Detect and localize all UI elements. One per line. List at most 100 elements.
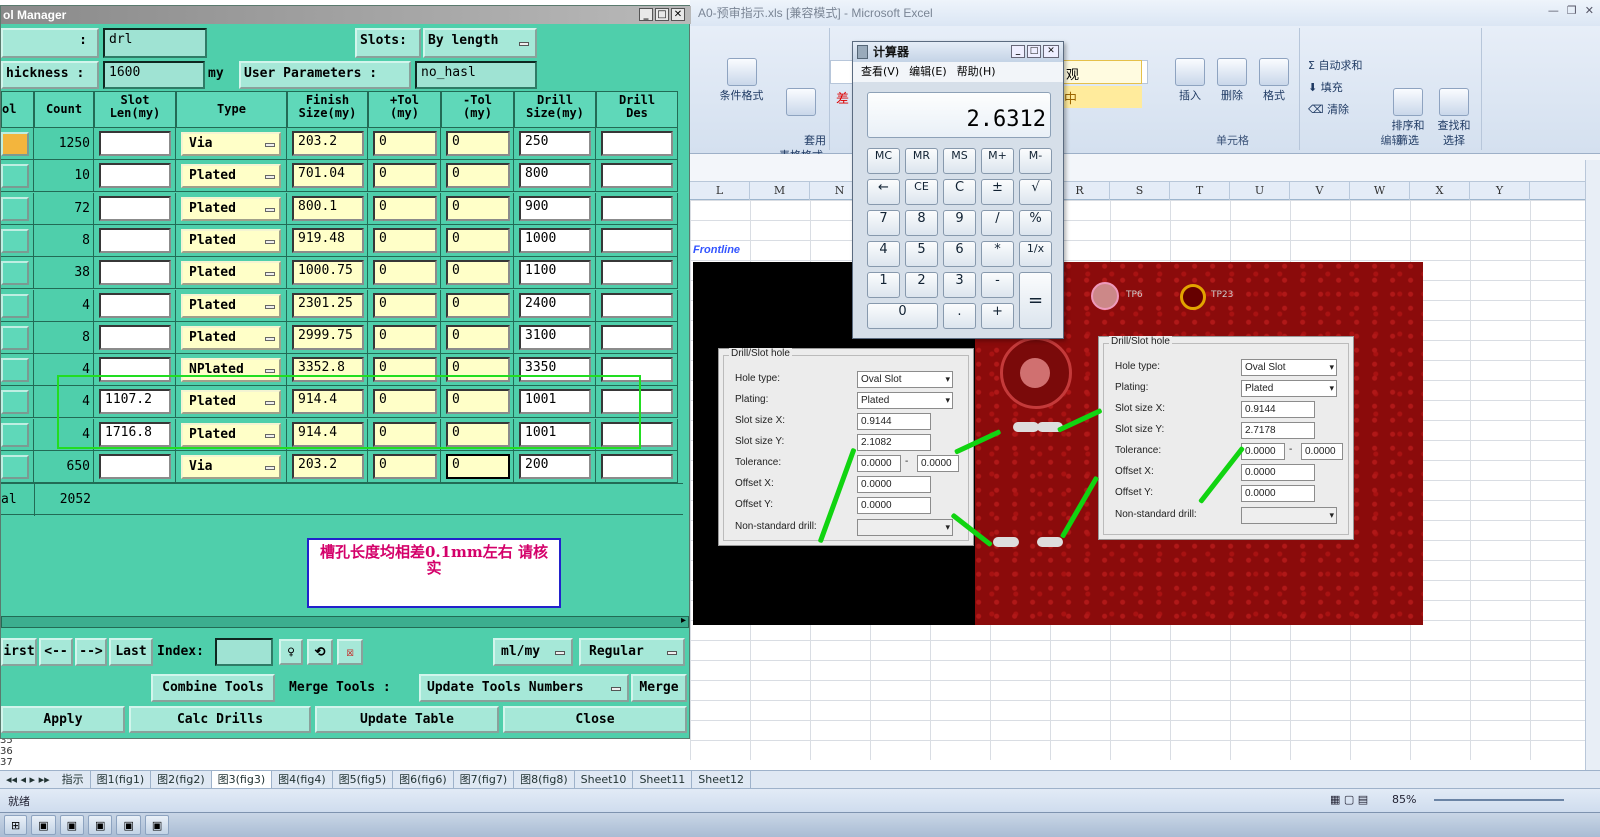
format-button[interactable]: 格式 <box>1254 58 1294 103</box>
calc-key-minus[interactable]: - <box>981 272 1014 298</box>
calc-key-9[interactable]: 9 <box>943 210 976 236</box>
taskbar-item[interactable]: ▣ <box>116 815 141 835</box>
clear-button[interactable]: ⌫ 清除 <box>1308 102 1349 117</box>
sheet-tab[interactable]: 图5(fig5) <box>333 770 394 789</box>
calc-key-mc[interactable]: MC <box>867 148 900 174</box>
column-header[interactable]: V <box>1290 182 1350 200</box>
plus-tol-field[interactable]: 0 <box>373 260 437 286</box>
calc-key-1[interactable]: 1 <box>867 272 900 298</box>
mode-select[interactable]: Regular <box>579 638 685 666</box>
minus-tol-field[interactable]: 0 <box>446 195 510 221</box>
slot-x-field[interactable]: 0.9144 <box>857 413 931 430</box>
column-header[interactable]: M <box>750 182 810 200</box>
calc-key-plus[interactable]: + <box>981 303 1014 329</box>
calc-key-divide[interactable]: / <box>981 210 1014 236</box>
tolerance-minus-field[interactable]: 0.0000 <box>1301 443 1343 460</box>
autosum-button[interactable]: Σ 自动求和 <box>1308 58 1362 73</box>
nonstd-drill-select[interactable] <box>857 519 953 536</box>
sheet-tab[interactable]: 指示 <box>56 770 91 789</box>
name-field[interactable]: drl <box>103 28 207 58</box>
drill-des-field[interactable] <box>601 195 673 221</box>
tool-select-button[interactable] <box>1 325 29 350</box>
maximize-icon[interactable]: □ <box>1027 45 1041 58</box>
sheet-tab[interactable]: 图6(fig6) <box>393 770 454 789</box>
slot-length-field[interactable] <box>99 227 171 253</box>
plus-tol-field[interactable]: 0 <box>373 131 437 156</box>
offset-y-field[interactable]: 0.0000 <box>857 497 931 514</box>
type-select[interactable]: Plated <box>181 325 281 350</box>
minus-tol-field[interactable]: 0 <box>446 324 510 350</box>
drill-size-field[interactable]: 900 <box>519 195 591 221</box>
slot-length-field[interactable] <box>99 292 171 318</box>
user-params-field[interactable]: no_hasl <box>415 61 537 89</box>
calc-key-m-plus[interactable]: M+ <box>981 148 1014 174</box>
insert-button[interactable]: 插入 <box>1170 58 1210 103</box>
maximize-icon[interactable]: □ <box>655 8 669 21</box>
plus-tol-field[interactable]: 0 <box>373 292 437 318</box>
calc-key-decimal[interactable]: . <box>943 303 976 329</box>
cell-style-neutral[interactable]: 中 <box>1062 86 1142 108</box>
taskbar-item[interactable]: ▣ <box>31 815 56 835</box>
scroll-right-icon[interactable]: ▸ <box>681 615 686 626</box>
plating-select[interactable]: Plated <box>857 392 953 409</box>
plus-tol-field[interactable]: 0 <box>373 454 437 479</box>
calc-key-plus-minus[interactable]: ± <box>981 179 1014 205</box>
drill-size-field[interactable]: 200 <box>519 454 591 479</box>
column-header[interactable]: Y <box>1470 182 1530 200</box>
tool-select-button[interactable] <box>1 164 29 189</box>
hole-type-select[interactable]: Oval Slot <box>857 371 953 388</box>
column-header[interactable]: L <box>690 182 750 200</box>
index-field[interactable] <box>215 638 273 666</box>
calc-key-ce[interactable]: CE <box>905 179 938 205</box>
tolerance-plus-field[interactable]: 0.0000 <box>1241 443 1285 460</box>
type-select[interactable]: Plated <box>181 293 281 318</box>
minus-tol-field[interactable]: 0 <box>446 227 510 253</box>
sheet-tab[interactable]: Sheet12 <box>692 770 752 789</box>
taskbar-item[interactable]: ▣ <box>59 815 85 835</box>
sheet-tab[interactable]: 图4(fig4) <box>272 770 333 789</box>
drill-size-field[interactable]: 2400 <box>519 292 591 318</box>
offset-y-field[interactable]: 0.0000 <box>1241 485 1315 502</box>
combine-tools-button[interactable]: Combine Tools <box>151 674 275 702</box>
finish-size-field[interactable]: 701.04 <box>292 163 364 189</box>
hole-type-select[interactable]: Oval Slot <box>1241 359 1337 376</box>
menu-view[interactable]: 查看(V) <box>861 62 899 82</box>
calc-key-multiply[interactable]: * <box>981 241 1014 267</box>
drill-size-field[interactable]: 800 <box>519 163 591 189</box>
plus-tol-field[interactable]: 0 <box>373 163 437 189</box>
cell-style-view[interactable]: 观 <box>1062 60 1142 84</box>
plus-tol-field[interactable]: 0 <box>373 324 437 350</box>
tool-select-button[interactable] <box>1 228 29 253</box>
type-select[interactable]: Plated <box>181 164 281 189</box>
update-table-button[interactable]: Update Table <box>315 706 499 733</box>
calc-key-3[interactable]: 3 <box>943 272 976 298</box>
calc-key-4[interactable]: 4 <box>867 241 900 267</box>
drill-des-field[interactable] <box>601 163 673 189</box>
restore-icon[interactable]: ❐ <box>1567 4 1577 17</box>
drill-des-field[interactable] <box>601 454 673 479</box>
close-icon[interactable]: ✕ <box>1043 45 1059 58</box>
minus-tol-field[interactable]: 0 <box>446 292 510 318</box>
delete-icon[interactable]: ☒ <box>337 639 363 665</box>
calc-drills-button[interactable]: Calc Drills <box>129 706 311 733</box>
column-header[interactable]: T <box>1170 182 1230 200</box>
zoom-slider[interactable] <box>1434 799 1564 801</box>
slot-length-field[interactable] <box>99 260 171 286</box>
taskbar-start[interactable]: ⊞ <box>4 815 28 835</box>
calc-key-5[interactable]: 5 <box>905 241 938 267</box>
tool-select-button[interactable] <box>1 422 29 447</box>
minus-tol-field[interactable]: 0 <box>446 260 510 286</box>
tolerance-minus-field[interactable]: 0.0000 <box>917 455 959 472</box>
formula-bar[interactable] <box>690 154 1600 182</box>
slot-length-field[interactable] <box>99 324 171 350</box>
tool-select-button[interactable] <box>1 132 29 156</box>
calc-key-m-minus[interactable]: M- <box>1019 148 1052 174</box>
sheet-nav-arrows[interactable]: ◂◂ ◂ ▸ ▸▸ <box>0 773 56 786</box>
taskbar-item-calculator[interactable]: ▣ <box>88 815 113 835</box>
calc-key-sqrt[interactable]: √ <box>1019 179 1052 205</box>
close-button[interactable]: Close <box>503 706 687 733</box>
minimize-icon[interactable]: _ <box>639 8 653 21</box>
finish-size-field[interactable]: 2301.25 <box>292 292 364 318</box>
refresh-icon[interactable]: ⟲ <box>307 639 333 665</box>
sheet-tab[interactable]: Sheet10 <box>575 770 634 789</box>
